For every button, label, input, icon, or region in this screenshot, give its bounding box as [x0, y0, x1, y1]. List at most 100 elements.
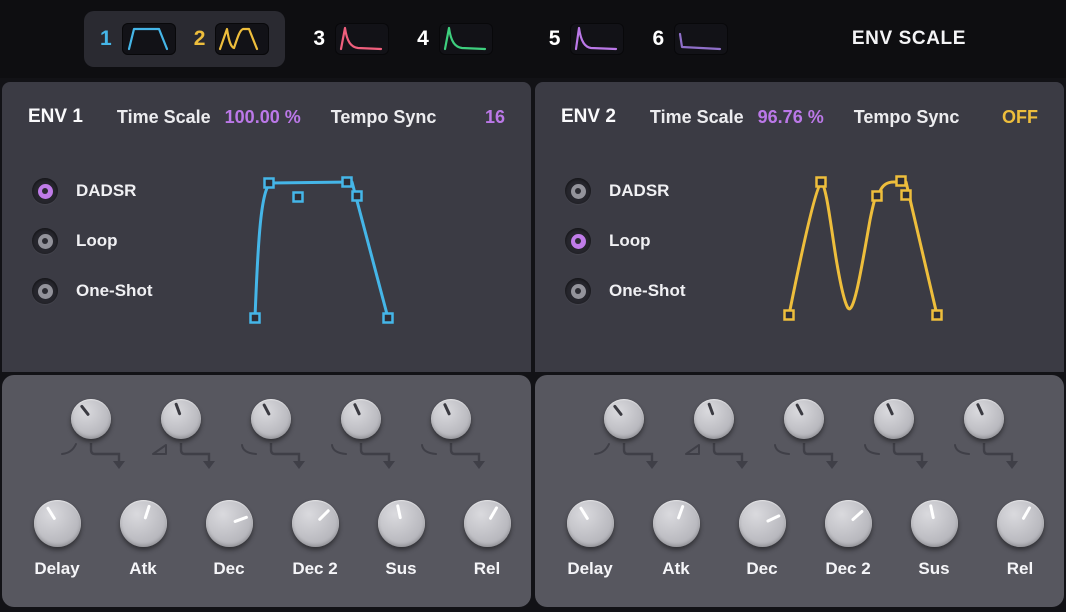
- env-thumbnail-icon: [335, 23, 390, 55]
- stage-knob[interactable]: [291, 500, 339, 547]
- tab-number: 1: [100, 27, 112, 50]
- envelope-handle[interactable]: [249, 312, 261, 324]
- env1-knob-panel: Delay Atk Dec Dec 2 Sus Rel: [2, 375, 531, 607]
- stage-knob[interactable]: [738, 500, 786, 547]
- mode-dadsr[interactable]: DADSR: [565, 178, 686, 204]
- mode-one-shot[interactable]: One-Shot: [32, 278, 153, 304]
- knob-label: Dec: [746, 559, 778, 578]
- envelope-curve-display[interactable]: [235, 170, 405, 330]
- envelope-handle[interactable]: [351, 190, 363, 202]
- curve-amount-knob[interactable]: [71, 399, 111, 439]
- tempo-sync-value[interactable]: OFF: [1002, 107, 1038, 128]
- curve-stage-unit: [316, 399, 406, 474]
- tab-number: 5: [548, 27, 561, 50]
- env-tab-1[interactable]: 1: [100, 23, 176, 55]
- mode-one-shot[interactable]: One-Shot: [565, 278, 686, 304]
- mode-loop[interactable]: Loop: [32, 228, 153, 254]
- stage-knob[interactable]: [824, 500, 872, 547]
- curve-stage-unit: [579, 399, 669, 474]
- env-scale-button[interactable]: ENV SCALE: [852, 28, 966, 50]
- radio-button[interactable]: [565, 278, 591, 304]
- tab-number: 3: [313, 27, 326, 50]
- curve-shape-icon: [152, 444, 167, 455]
- mode-label: One-Shot: [609, 281, 686, 300]
- tempo-sync-label: Tempo Sync: [330, 106, 437, 127]
- radio-button[interactable]: [565, 178, 591, 204]
- curve-amount-knob[interactable]: [964, 399, 1004, 439]
- curve-stage-unit: [226, 399, 316, 474]
- stage-knob[interactable]: [377, 500, 425, 547]
- stage-knob[interactable]: [205, 500, 253, 547]
- mode-label: Loop: [76, 231, 118, 250]
- radio-button[interactable]: [565, 228, 591, 254]
- curve-stage-unit: [136, 399, 226, 474]
- curve-shape-icon: [594, 443, 610, 455]
- envelope-handle[interactable]: [895, 175, 907, 187]
- env-tab-2[interactable]: 2: [194, 23, 270, 55]
- envelope-handle[interactable]: [900, 189, 912, 201]
- next-stage-arrow-icon: [802, 443, 838, 469]
- stage-knob[interactable]: [652, 500, 700, 547]
- radio-button[interactable]: [32, 178, 58, 204]
- stage-unit-sus: Sus: [891, 500, 977, 579]
- envelope-handle[interactable]: [931, 309, 943, 321]
- knob-label: Atk: [129, 559, 157, 578]
- envelope-handle[interactable]: [341, 176, 353, 188]
- stage-unit-dec-2: Dec 2: [272, 500, 358, 579]
- curve-stage-unit: [849, 399, 939, 474]
- tempo-sync-label: Tempo Sync: [853, 106, 960, 127]
- envelope-handle[interactable]: [783, 309, 795, 321]
- envelope-handle[interactable]: [382, 312, 394, 324]
- next-stage-arrow-icon: [892, 443, 928, 469]
- tempo-sync-value[interactable]: 16: [485, 107, 505, 128]
- radio-button[interactable]: [32, 278, 58, 304]
- envelope-handle[interactable]: [292, 191, 304, 203]
- env-thumbnail-icon: [438, 23, 493, 55]
- stage-unit-rel: Rel: [977, 500, 1063, 579]
- curve-amount-knob[interactable]: [161, 399, 201, 439]
- time-scale-value[interactable]: 100.00 %: [225, 107, 301, 128]
- stage-knob[interactable]: [119, 500, 167, 547]
- panel-title: ENV 1: [28, 106, 83, 127]
- stage-unit-delay: Delay: [14, 500, 100, 579]
- env2-header: ENV 2 Time Scale 96.76 % Tempo Sync OFF: [535, 82, 1064, 128]
- curve-shape-icon: [421, 444, 437, 455]
- mode-dadsr[interactable]: DADSR: [32, 178, 153, 204]
- mode-loop[interactable]: Loop: [565, 228, 686, 254]
- knob-label: Dec: [213, 559, 245, 578]
- stage-unit-dec-2: Dec 2: [805, 500, 891, 579]
- envelope-curve-display[interactable]: [783, 170, 954, 330]
- time-scale-value[interactable]: 96.76 %: [758, 107, 824, 128]
- curve-amount-knob[interactable]: [694, 399, 734, 439]
- knob-label: Rel: [473, 559, 501, 578]
- env-tab-4[interactable]: 4: [417, 23, 493, 55]
- panel-title: ENV 2: [561, 106, 616, 127]
- env-thumbnail-icon: [215, 23, 270, 55]
- stage-unit-atk: Atk: [100, 500, 186, 579]
- curve-shape-icon: [864, 444, 880, 455]
- stage-knob[interactable]: [463, 500, 511, 547]
- env-tab-5[interactable]: 5: [549, 23, 625, 55]
- selected-env-tab-group: 1 2: [84, 11, 286, 67]
- curve-amount-knob[interactable]: [874, 399, 914, 439]
- curve-amount-knob[interactable]: [341, 399, 381, 439]
- env-tab-3[interactable]: 3: [313, 23, 390, 55]
- curve-amount-knob[interactable]: [784, 399, 824, 439]
- envelope-handle[interactable]: [871, 190, 883, 202]
- stage-knob[interactable]: [566, 500, 614, 547]
- curve-stage-unit: [669, 399, 759, 474]
- curve-amount-knob[interactable]: [431, 399, 471, 439]
- env-tab-6[interactable]: 6: [652, 23, 729, 55]
- next-stage-arrow-icon: [622, 443, 658, 469]
- stage-unit-dec: Dec: [186, 500, 272, 579]
- envelope-curve: [253, 180, 390, 320]
- stage-knob[interactable]: [910, 500, 958, 547]
- stage-knob[interactable]: [996, 500, 1044, 547]
- envelope-handle[interactable]: [263, 177, 275, 189]
- envelope-handle[interactable]: [815, 176, 827, 188]
- stage-knob[interactable]: [33, 500, 81, 547]
- curve-amount-knob[interactable]: [251, 399, 291, 439]
- curve-amount-knob[interactable]: [604, 399, 644, 439]
- curve-knob-row: [2, 375, 531, 474]
- radio-button[interactable]: [32, 228, 58, 254]
